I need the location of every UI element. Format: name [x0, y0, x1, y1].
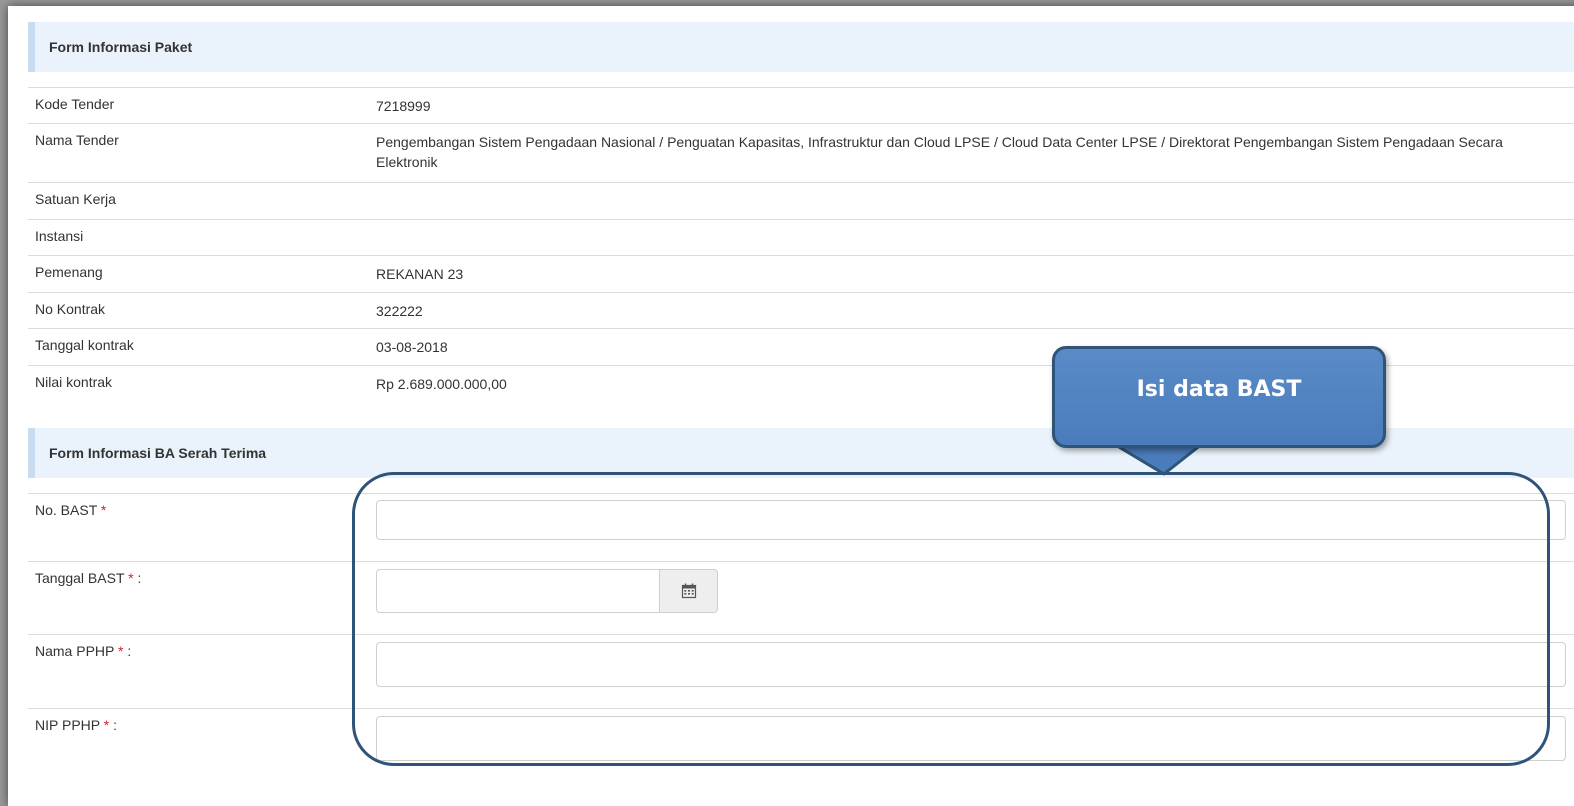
row-nama-tender: Nama Tender Pengembangan Sistem Pengadaa…: [28, 123, 1574, 183]
required-asterisk: *: [100, 502, 107, 518]
row-value: Pengembangan Sistem Pengadaan Nasional /…: [376, 134, 1503, 170]
row-label: No Kontrak: [35, 301, 106, 317]
row-value: 7218999: [376, 98, 431, 114]
row-label: Tanggal kontrak: [35, 337, 134, 353]
row-no-kontrak: No Kontrak 322222: [28, 292, 1574, 329]
row-value: REKANAN 23: [376, 266, 464, 282]
row-value: Rp 2.689.000.000,00: [376, 376, 507, 392]
row-pemenang: Pemenang REKANAN 23: [28, 255, 1574, 293]
row-label: Nilai kontrak: [35, 374, 113, 390]
highlight-box: [352, 472, 1550, 766]
row-instansi: Instansi: [28, 219, 1574, 256]
row-value: 03-08-2018: [376, 339, 448, 355]
row-satuan-kerja: Satuan Kerja: [28, 182, 1574, 220]
row-value: 322222: [376, 303, 423, 319]
row-label: Satuan Kerja: [35, 191, 116, 207]
callout-bubble: Isi data BAST: [1052, 346, 1386, 448]
field-label: Tanggal BAST * :: [35, 570, 142, 586]
paket-heading-title: Form Informasi Paket: [49, 39, 193, 55]
field-label: Nama PPHP * :: [35, 643, 132, 659]
bast-heading-title: Form Informasi BA Serah Terima: [49, 445, 267, 461]
row-label: Pemenang: [35, 264, 103, 280]
callout-pointer: [1112, 444, 1204, 476]
row-label: Instansi: [35, 228, 84, 244]
row-label: Kode Tender: [35, 96, 115, 112]
row-label: Nama Tender: [35, 132, 119, 148]
panel-heading-paket: Form Informasi Paket: [28, 22, 1574, 72]
field-label: NIP PPHP * :: [35, 717, 117, 733]
callout-text: Isi data BAST: [1136, 377, 1302, 402]
row-kode-tender: Kode Tender 7218999: [28, 87, 1574, 124]
field-label: No. BAST *: [35, 502, 107, 518]
